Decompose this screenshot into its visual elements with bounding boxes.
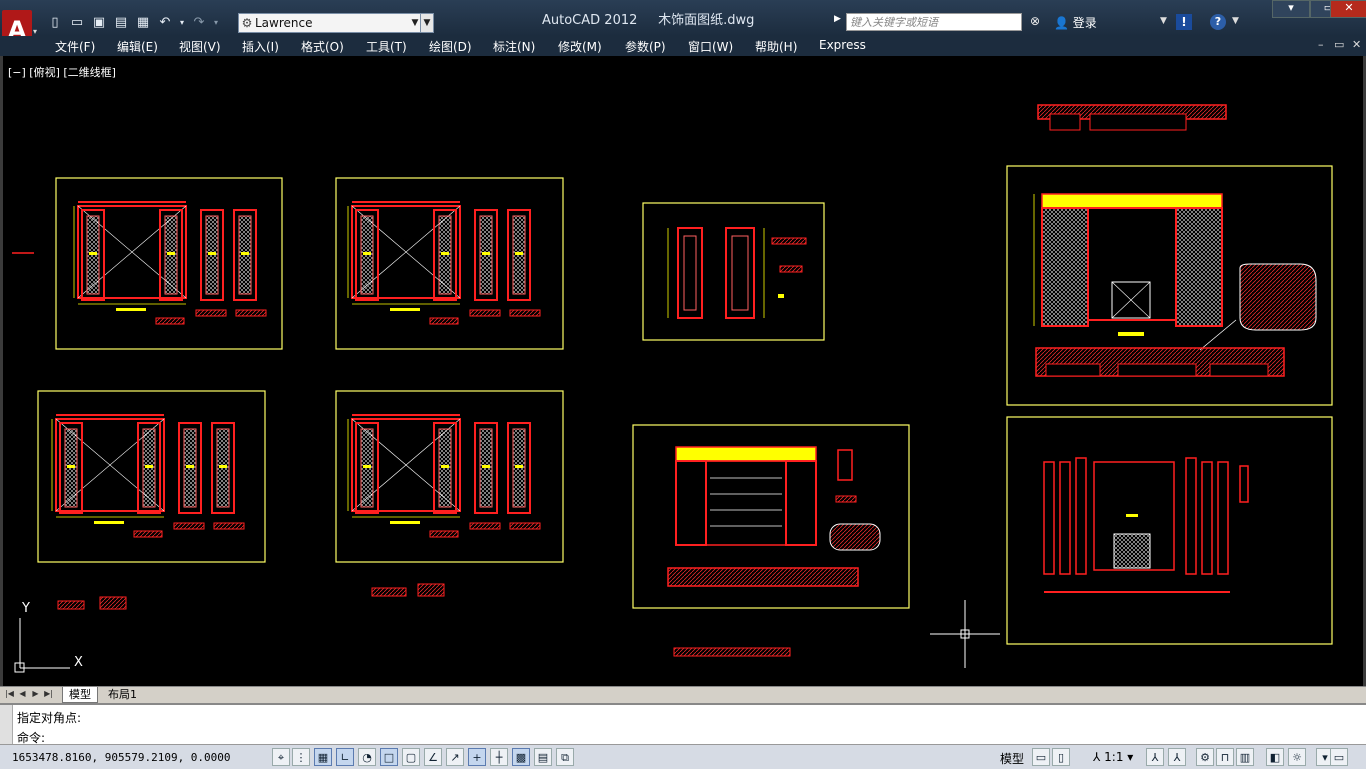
isolate-objects-icon[interactable]: ◧ [1266, 748, 1284, 766]
sheet-frame [1006, 416, 1333, 645]
otrack-icon[interactable]: ∠ [424, 748, 442, 766]
door-elevation-drawing [74, 202, 266, 324]
annotation-scale[interactable]: ⅄ 1:1 ▾ [1093, 750, 1133, 764]
door-elevation-drawing [348, 202, 540, 324]
molding-section-drawing [1037, 104, 1227, 131]
dynamic-input-icon[interactable]: + [468, 748, 486, 766]
ortho-mode-icon[interactable]: ∟ [336, 748, 354, 766]
clean-screen-icon[interactable]: ▭ [1330, 748, 1348, 766]
door-elevation-drawing [348, 415, 540, 537]
workspace-switching-icon[interactable]: ⚙ [1196, 748, 1214, 766]
grid-display-icon[interactable]: ▦ [314, 748, 332, 766]
tab-model[interactable]: 模型 [62, 687, 98, 703]
tab-layout1[interactable]: 布局1 [102, 687, 143, 702]
stray-detail [57, 600, 85, 610]
quick-view-layouts-icon[interactable]: ▭ [1032, 748, 1050, 766]
panel-detail-drawing [667, 227, 807, 319]
command-line-handle[interactable] [0, 705, 13, 745]
annotation-visibility-icon[interactable]: ⅄ [1146, 748, 1164, 766]
ucs-icon [14, 618, 70, 673]
ucs-y-label: Y [21, 601, 30, 616]
infer-constraints-icon[interactable]: ⌖ [272, 748, 290, 766]
status-bar: 1653478.8160, 905579.2109, 0.0000 ⌖ ⋮ ▦ … [0, 744, 1366, 769]
quick-view-drawings-icon[interactable]: ▯ [1052, 748, 1070, 766]
coordinate-readout[interactable]: 1653478.8160, 905579.2109, 0.0000 [12, 751, 231, 764]
polar-tracking-icon[interactable]: ◔ [358, 748, 376, 766]
transparency-icon[interactable]: ▩ [512, 748, 530, 766]
stray-detail [371, 587, 407, 597]
cabinet-elevation-drawing [667, 446, 881, 587]
object-snap-icon[interactable]: □ [380, 748, 398, 766]
selection-cycling-icon[interactable]: ⧉ [556, 748, 574, 766]
annotation-scale-icon: ⅄ [1093, 750, 1101, 764]
next-tab-icon[interactable]: ▶ [30, 688, 41, 700]
crosshair-cursor [930, 600, 1000, 668]
first-tab-icon[interactable]: |◀ [4, 688, 15, 700]
section-elevation-drawing [1043, 457, 1249, 593]
door-elevation-drawing [52, 415, 244, 537]
quick-properties-icon[interactable]: ▤ [534, 748, 552, 766]
3d-osnap-icon[interactable]: ▢ [402, 748, 420, 766]
annotation-scale-value: 1:1 [1104, 750, 1124, 764]
prev-tab-icon[interactable]: ◀ [17, 688, 28, 700]
auto-scale-icon[interactable]: ⅄ [1168, 748, 1186, 766]
hardware-acceleration-icon[interactable]: ▥ [1236, 748, 1254, 766]
command-line[interactable]: 指定对角点: 命令: [0, 703, 1366, 745]
model-space-button[interactable]: 模型 [1000, 750, 1024, 767]
command-history: 指定对角点: [17, 711, 82, 725]
layout-tab-bar: |◀ ◀ ▶ ▶| 模型 布局1 [0, 686, 1366, 703]
lightbulb-icon[interactable]: ☼ [1288, 748, 1306, 766]
toolbar-lock-icon[interactable]: ⊓ [1216, 748, 1234, 766]
ucs-dynamic-icon[interactable]: ↗ [446, 748, 464, 766]
stray-detail [673, 647, 791, 657]
stray-detail [99, 596, 127, 610]
last-tab-icon[interactable]: ▶| [43, 688, 54, 700]
stray-detail [417, 583, 445, 597]
lineweight-icon[interactable]: ┼ [490, 748, 508, 766]
wall-elevation-drawing [1033, 193, 1317, 377]
ucs-x-label: X [74, 655, 83, 670]
drawing-canvas: Y X [12, 104, 1333, 673]
snap-mode-icon[interactable]: ⋮ [292, 748, 310, 766]
